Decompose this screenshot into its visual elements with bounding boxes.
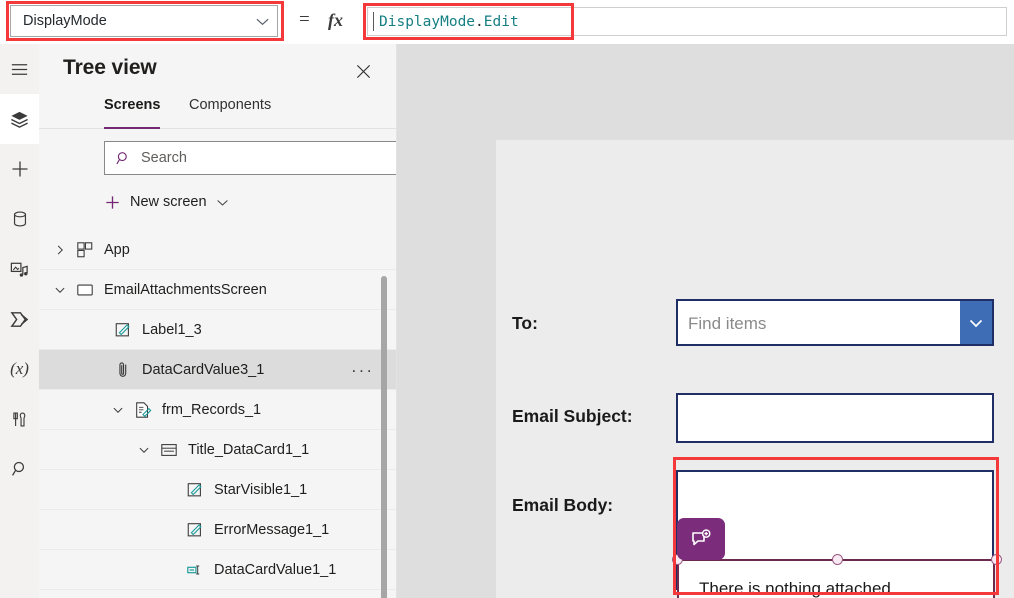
tree-item-title_datacard1_1[interactable]: Title_DataCard1_1	[39, 430, 396, 470]
chevron-down-icon[interactable]	[133, 444, 155, 456]
tools-icon[interactable]	[0, 394, 39, 444]
property-select[interactable]: DisplayMode	[10, 5, 278, 37]
media-icon[interactable]	[0, 244, 39, 294]
datacard-icon	[155, 441, 183, 459]
chevron-down-icon[interactable]	[960, 301, 992, 344]
app-canvas: To: Find items Email Subject: Email Body…	[397, 44, 1014, 598]
chevron-right-icon[interactable]	[49, 244, 71, 256]
tree-item-label: StarVisible1_1	[214, 481, 308, 498]
chevron-down-icon	[216, 196, 229, 209]
attachment-control[interactable]: There is nothing attached. Attach file	[672, 554, 1002, 598]
data-icon[interactable]	[0, 194, 39, 244]
fx-icon: fx	[328, 10, 343, 30]
tab-screens[interactable]: Screens	[104, 96, 161, 129]
tree-item-label: App	[104, 241, 130, 258]
search-icon	[105, 142, 141, 174]
label-icon	[109, 321, 137, 339]
chevron-down-icon	[247, 5, 277, 37]
resize-handle-ne[interactable]	[991, 554, 1002, 565]
tree-item-emailattachmentsscreen[interactable]: EmailAttachmentsScreen	[39, 270, 396, 310]
property-select-value: DisplayMode	[23, 13, 107, 29]
left-icon-rail: (x)	[0, 44, 40, 598]
tree-item-errormessage1_1[interactable]: ErrorMessage1_1	[39, 510, 396, 550]
panel-header: Tree view	[39, 44, 396, 96]
tree-item-datacardvalue3_1[interactable]: DataCardValue3_1 ···	[39, 350, 396, 390]
power-apps-studio: DisplayMode = fx DisplayMode.Edit (x) Tr…	[0, 0, 1014, 598]
tab-components-label: Components	[189, 97, 272, 113]
to-combobox[interactable]: Find items	[676, 299, 994, 346]
formula-bar: DisplayMode = fx DisplayMode.Edit	[0, 0, 1014, 45]
textinput-icon	[181, 561, 209, 579]
search-input[interactable]: Search	[104, 141, 396, 175]
chevron-down-icon[interactable]	[49, 284, 71, 296]
power-automate-icon[interactable]	[0, 294, 39, 344]
tree-list: App EmailAttachmentsScreen Label1_3 DataCar…	[39, 230, 396, 598]
app-icon	[71, 241, 99, 259]
attachment-empty-text: There is nothing attached.	[699, 579, 896, 598]
resize-handle-n[interactable]	[832, 554, 843, 565]
chevron-down-icon[interactable]	[107, 404, 129, 416]
tree-item-label: DataCardValue3_1	[142, 361, 265, 378]
screen-icon	[71, 281, 99, 299]
new-screen-button[interactable]: New screen	[104, 187, 229, 217]
hamburger-menu-icon[interactable]	[0, 44, 39, 94]
close-icon[interactable]	[352, 60, 374, 82]
add-comment-icon[interactable]	[677, 518, 725, 560]
email-subject-field[interactable]	[676, 393, 994, 443]
equals-sign: =	[299, 9, 310, 30]
variables-glyph: (x)	[10, 359, 29, 378]
formula-token-member: Edit	[483, 13, 519, 30]
tree-item-starvisible1_1[interactable]: StarVisible1_1	[39, 470, 396, 510]
label-icon	[181, 521, 209, 539]
text-caret	[373, 12, 374, 31]
tab-components[interactable]: Components	[189, 96, 271, 128]
more-options-icon[interactable]: ···	[351, 361, 374, 378]
variables-icon[interactable]: (x)	[0, 344, 39, 394]
tree-item-app[interactable]: App	[39, 230, 396, 270]
search-placeholder: Search	[141, 150, 187, 166]
email-subject-label: Email Subject:	[512, 406, 633, 426]
panel-tabs: Screens Components	[39, 96, 396, 129]
formula-token-object: DisplayMode	[379, 13, 476, 30]
tree-item-label: EmailAttachmentsScreen	[104, 281, 267, 298]
email-body-label: Email Body:	[512, 495, 614, 515]
app-screen: To: Find items Email Subject: Email Body…	[496, 140, 1014, 598]
tree-scrollbar[interactable]	[381, 276, 387, 598]
new-screen-label: New screen	[130, 194, 207, 210]
tree-item-label: DataCardValue1_1	[214, 561, 337, 578]
insert-icon[interactable]	[0, 144, 39, 194]
tree-item-label: ErrorMessage1_1	[214, 521, 330, 538]
plus-icon	[104, 194, 130, 211]
tree-item-label: Title_DataCard1_1	[188, 441, 310, 458]
tab-screens-label: Screens	[104, 97, 161, 113]
form-icon	[129, 401, 157, 419]
tree-view-icon[interactable]	[0, 94, 39, 144]
formula-text: DisplayMode.Edit	[379, 14, 519, 30]
search-icon[interactable]	[0, 444, 39, 494]
to-label: To:	[512, 313, 538, 333]
label-icon	[181, 481, 209, 499]
attachment-icon	[109, 361, 137, 379]
formula-input[interactable]: DisplayMode.Edit	[367, 7, 1007, 36]
to-placeholder: Find items	[688, 314, 767, 333]
formula-token-dot: .	[475, 13, 484, 30]
tree-item-label: Label1_3	[142, 321, 202, 338]
page-title: Tree view	[63, 56, 157, 79]
tree-item-label1_3[interactable]: Label1_3	[39, 310, 396, 350]
tree-item-frm_records_1[interactable]: frm_Records_1	[39, 390, 396, 430]
tree-item-label: frm_Records_1	[162, 401, 262, 418]
tree-view-panel: Tree view Screens Components Search New …	[39, 44, 397, 598]
tree-item-datacardvalue1_1[interactable]: DataCardValue1_1	[39, 550, 396, 590]
